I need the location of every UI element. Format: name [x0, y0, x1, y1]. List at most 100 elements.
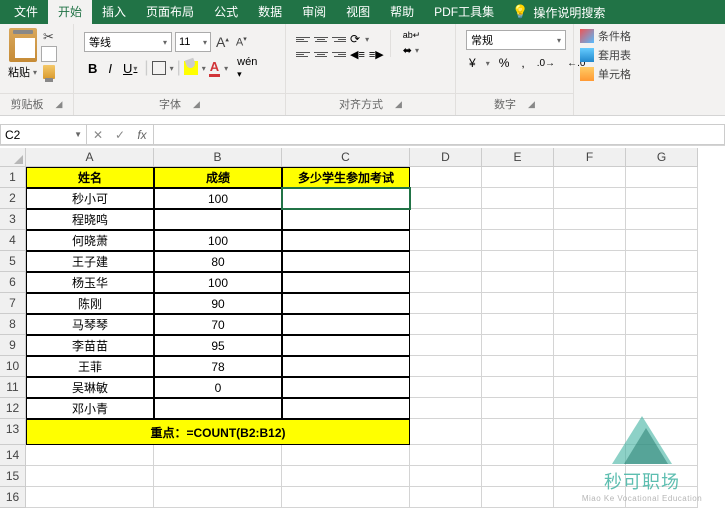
formula-input[interactable]: [153, 124, 725, 145]
row-header[interactable]: 2: [0, 188, 26, 209]
fill-color-button[interactable]: [184, 61, 198, 75]
cut-button[interactable]: ✂: [43, 29, 57, 45]
increase-decimal-button[interactable]: .0→: [534, 58, 558, 69]
align-top-button[interactable]: [296, 36, 310, 43]
wrap-text-button[interactable]: ab↵: [399, 30, 425, 41]
cell[interactable]: 邓小青: [26, 398, 154, 419]
cell[interactable]: [626, 188, 698, 209]
cell[interactable]: [154, 398, 282, 419]
font-size-select[interactable]: 11▾: [175, 32, 211, 52]
border-button[interactable]: [152, 61, 166, 75]
ribbon-tab-6[interactable]: 审阅: [292, 0, 336, 24]
cell[interactable]: [282, 356, 410, 377]
cell[interactable]: [554, 272, 626, 293]
tell-me-search[interactable]: 💡操作说明搜索: [512, 4, 605, 21]
cell[interactable]: [410, 272, 482, 293]
column-header[interactable]: E: [482, 148, 554, 167]
cell[interactable]: [626, 377, 698, 398]
row-header[interactable]: 6: [0, 272, 26, 293]
cell[interactable]: [154, 466, 282, 487]
row-header[interactable]: 10: [0, 356, 26, 377]
number-format-select[interactable]: 常规▾: [466, 30, 566, 50]
format-painter-button[interactable]: [43, 65, 55, 79]
cell[interactable]: [410, 209, 482, 230]
grow-font-button[interactable]: A▴: [214, 34, 231, 50]
row-header[interactable]: 14: [0, 445, 26, 466]
cell[interactable]: [554, 188, 626, 209]
cell[interactable]: 多少学生参加考试: [282, 167, 410, 188]
cell[interactable]: [482, 251, 554, 272]
cell[interactable]: [554, 209, 626, 230]
cell[interactable]: [410, 356, 482, 377]
italic-button[interactable]: I: [104, 61, 116, 76]
cell[interactable]: 78: [154, 356, 282, 377]
select-all-corner[interactable]: [0, 148, 26, 167]
cell[interactable]: 0: [154, 377, 282, 398]
cell[interactable]: [410, 419, 482, 445]
row-header[interactable]: 11: [0, 377, 26, 398]
font-color-button[interactable]: A: [209, 59, 220, 77]
cell[interactable]: [154, 445, 282, 466]
column-header[interactable]: D: [410, 148, 482, 167]
cell[interactable]: 马琴琴: [26, 314, 154, 335]
format-table-button[interactable]: 套用表: [580, 47, 631, 63]
cell[interactable]: [626, 335, 698, 356]
name-box[interactable]: C2▼: [0, 124, 86, 145]
cell[interactable]: [282, 398, 410, 419]
cell[interactable]: [26, 466, 154, 487]
shrink-font-button[interactable]: A▾: [234, 35, 249, 49]
ribbon-tab-4[interactable]: 公式: [204, 0, 248, 24]
conditional-format-button[interactable]: 条件格: [580, 28, 631, 44]
row-header[interactable]: 1: [0, 167, 26, 188]
cell[interactable]: 吴琳敏: [26, 377, 154, 398]
column-header[interactable]: G: [626, 148, 698, 167]
cell[interactable]: [410, 466, 482, 487]
cell[interactable]: [410, 251, 482, 272]
cell[interactable]: [282, 487, 410, 508]
cell[interactable]: [554, 293, 626, 314]
cell[interactable]: [282, 230, 410, 251]
cell[interactable]: [410, 487, 482, 508]
cell[interactable]: 陈刚: [26, 293, 154, 314]
column-header[interactable]: F: [554, 148, 626, 167]
cell[interactable]: [626, 356, 698, 377]
row-header[interactable]: 9: [0, 335, 26, 356]
currency-button[interactable]: ¥: [466, 56, 479, 70]
cell[interactable]: [554, 251, 626, 272]
formula-note-cell[interactable]: 重点：=COUNT(B2:B12): [26, 419, 410, 445]
cell[interactable]: [282, 466, 410, 487]
cell[interactable]: [410, 188, 482, 209]
cell[interactable]: [554, 230, 626, 251]
insert-function-button[interactable]: fx: [131, 128, 153, 142]
cell[interactable]: [482, 487, 554, 508]
cell[interactable]: [282, 209, 410, 230]
cell[interactable]: [282, 335, 410, 356]
cell[interactable]: 100: [154, 230, 282, 251]
percent-button[interactable]: %: [496, 56, 513, 70]
cell[interactable]: 李苗苗: [26, 335, 154, 356]
cell[interactable]: [554, 167, 626, 188]
cell[interactable]: [626, 445, 698, 466]
cell[interactable]: [626, 230, 698, 251]
cell[interactable]: [554, 466, 626, 487]
column-header[interactable]: C: [282, 148, 410, 167]
cell[interactable]: [410, 293, 482, 314]
cell[interactable]: [626, 293, 698, 314]
cell[interactable]: [282, 445, 410, 466]
cell[interactable]: [554, 398, 626, 419]
ribbon-tab-3[interactable]: 页面布局: [136, 0, 204, 24]
cell[interactable]: [482, 188, 554, 209]
align-center-button[interactable]: [314, 51, 328, 58]
cell[interactable]: 95: [154, 335, 282, 356]
dialog-launcher-icon[interactable]: ◢: [395, 99, 402, 110]
cell[interactable]: 70: [154, 314, 282, 335]
cell[interactable]: [282, 293, 410, 314]
orientation-button[interactable]: ⟳: [350, 32, 360, 46]
paste-button[interactable]: 粘贴 ▾: [4, 26, 41, 82]
cell[interactable]: 何晓萧: [26, 230, 154, 251]
copy-button[interactable]: [43, 48, 57, 62]
row-header[interactable]: 16: [0, 487, 26, 508]
column-header[interactable]: A: [26, 148, 154, 167]
cell[interactable]: [154, 487, 282, 508]
decrease-indent-button[interactable]: ◀≡: [350, 48, 365, 61]
